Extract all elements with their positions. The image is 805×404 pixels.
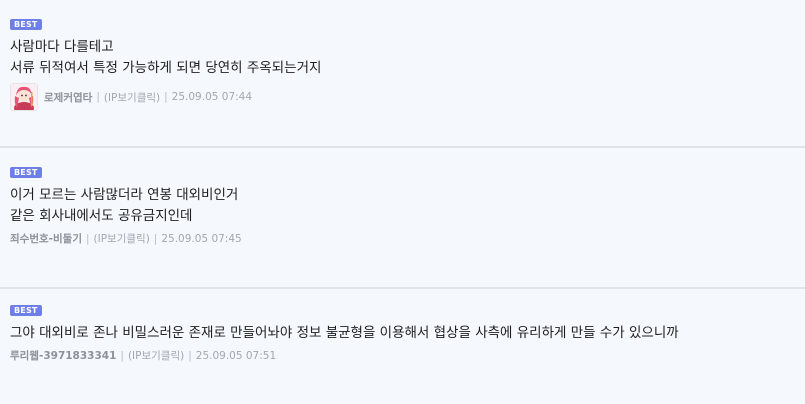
comment-datetime: 25.09.05 07:44 [171,91,253,103]
meta-separator: | [164,91,168,103]
meta-separator: | [96,91,100,103]
meta-separator: | [188,349,192,362]
user-avatar-icon[interactable] [10,83,38,111]
comment-item: BEST 사람마다 다를테고 서류 뒤적여서 특정 가능하게 되면 당연히 주옥… [0,0,805,148]
comment-line: 같은 회사내에서도 공유금지인데 [10,208,193,224]
comment-item: BEST 이거 모르는 사람많더라 연봉 대외비인거 같은 회사내에서도 공유금… [0,148,805,289]
meta-separator: | [85,232,90,245]
comment-body: 이거 모르는 사람많더라 연봉 대외비인거 같은 회사내에서도 공유금지인데 [10,185,795,227]
meta-separator: | [153,232,158,245]
comment-body: 그야 대외비로 존나 비밀스러운 존재로 만들어놔야 정보 불균형을 이용해서 … [10,323,795,344]
comment-line: 서류 뒤적여서 특정 가능하게 되면 당연히 주옥되는거지 [10,60,322,76]
ip-view-link[interactable]: (IP보기클릭) [128,348,184,363]
meta-separator: | [120,349,124,362]
author-nickname[interactable]: 죄수번호-비둘기 [10,231,82,246]
comment-datetime: 25.09.05 07:45 [161,232,242,245]
comment-body: 사람마다 다를테고 서류 뒤적여서 특정 가능하게 되면 당연히 주옥되는거지 [10,37,795,79]
comment-line: 사람마다 다를테고 [10,39,114,55]
comment-meta: 죄수번호-비둘기 | (IP보기클릭) | 25.09.05 07:45 [10,231,795,246]
best-comment-list: BEST 사람마다 다를테고 서류 뒤적여서 특정 가능하게 되면 당연히 주옥… [0,0,805,404]
comment-meta: 로제커엽타 | (IP보기클릭) | 25.09.05 07:44 [10,83,795,111]
best-badge: BEST [10,19,42,30]
comment-meta: 루리웹-3971833341 | (IP보기클릭) | 25.09.05 07:… [10,348,795,363]
comment-line: 그야 대외비로 존나 비밀스러운 존재로 만들어놔야 정보 불균형을 이용해서 … [10,325,679,341]
ip-view-link[interactable]: (IP보기클릭) [94,231,150,246]
author-nickname[interactable]: 로제커엽타 [44,90,92,105]
comment-line: 이거 모르는 사람많더라 연봉 대외비인거 [10,187,239,203]
best-badge: BEST [10,167,42,178]
best-badge: BEST [10,305,42,316]
comment-datetime: 25.09.05 07:51 [195,349,277,362]
ip-view-link[interactable]: (IP보기클릭) [104,90,160,105]
author-nickname[interactable]: 루리웹-3971833341 [10,348,116,363]
comment-item: BEST 그야 대외비로 존나 비밀스러운 존재로 만들어놔야 정보 불균형을 … [0,289,805,404]
